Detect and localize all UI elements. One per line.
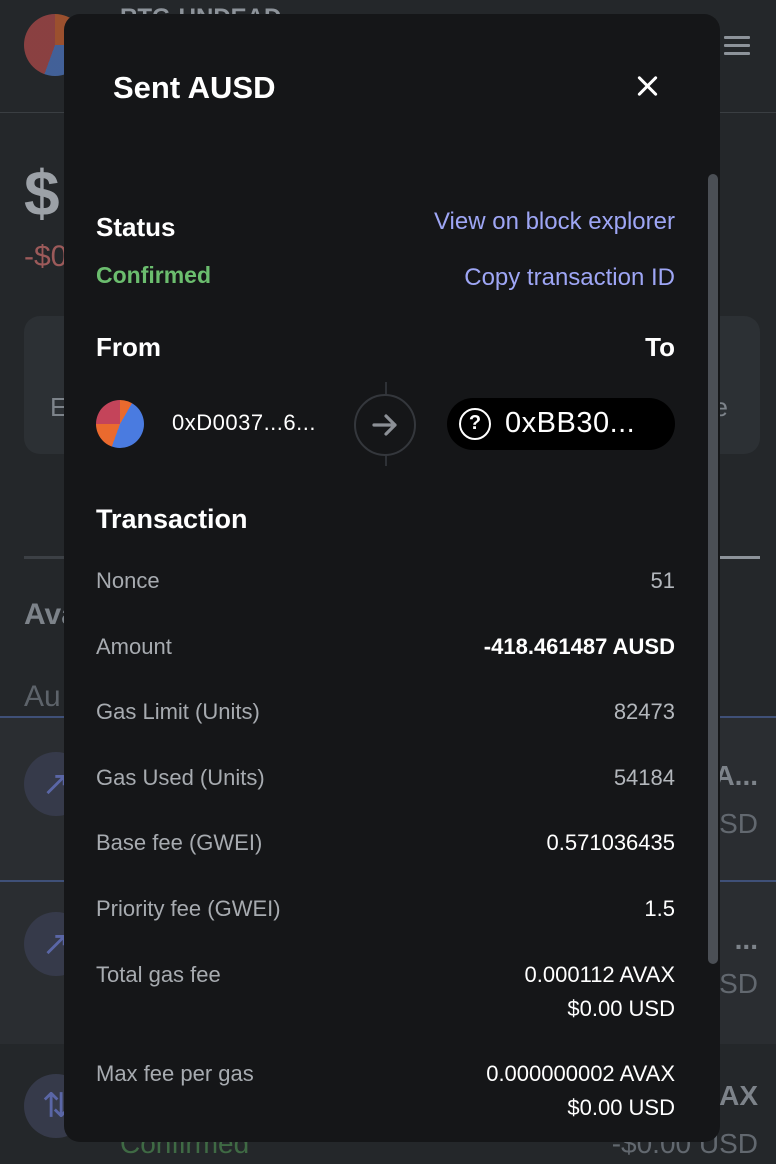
max-fee-per-gas-avax: 0.000000002 AVAX [486, 1061, 675, 1086]
total-gas-fee-value: 0.000112 AVAX $0.00 USD [525, 962, 675, 1022]
gas-limit-label: Gas Limit (Units) [96, 699, 260, 724]
transaction-heading: Transaction [96, 504, 248, 534]
to-address-button[interactable]: ? 0xBB30... [447, 398, 675, 450]
view-on-block-explorer-link[interactable]: View on block explorer [434, 208, 675, 236]
to-address: 0xBB30... [505, 407, 636, 439]
to-label: To [645, 332, 675, 362]
subsection-heading: Au [24, 680, 61, 713]
max-fee-per-gas-value: 0.000000002 AVAX $0.00 USD [486, 1061, 675, 1121]
modal-title: Sent AUSD [113, 70, 276, 105]
scrollbar[interactable] [708, 174, 718, 964]
nonce-label: Nonce [96, 568, 160, 593]
gas-used-label: Gas Used (Units) [96, 765, 265, 790]
priority-fee-label: Priority fee (GWEI) [96, 896, 281, 921]
copy-transaction-id-link[interactable]: Copy transaction ID [464, 264, 675, 292]
status-label: Status [96, 212, 176, 242]
menu-icon [724, 36, 750, 60]
row-usd: SD [719, 968, 758, 999]
arrow-right-icon [354, 394, 416, 456]
gas-used-value: 54184 [613, 765, 675, 790]
from-label: From [96, 332, 161, 362]
max-fee-per-gas-usd: $0.00 USD [567, 1095, 675, 1120]
base-fee-value: 0.571036435 [546, 830, 675, 855]
status-value: Confirmed [96, 262, 211, 288]
close-icon[interactable] [634, 72, 662, 100]
gas-limit-value: 82473 [613, 699, 675, 724]
row-usd: SD [719, 808, 758, 839]
total-gas-fee-label: Total gas fee [96, 962, 221, 987]
transaction-detail-modal: Sent AUSD Status Confirmed View on block… [64, 14, 720, 1142]
row-title: ... [734, 924, 758, 955]
amount-value: -418.461487 AUSD [483, 634, 675, 659]
total-gas-fee-usd: $0.00 USD [567, 996, 675, 1021]
priority-fee-value: 1.5 [644, 896, 675, 921]
question-icon: ? [459, 408, 491, 440]
base-fee-label: Base fee (GWEI) [96, 830, 263, 855]
nonce-value: 51 [650, 568, 675, 593]
row-title: A... [714, 760, 758, 791]
balance-change: -$0 [24, 240, 68, 273]
total-gas-fee-avax: 0.000112 AVAX [524, 962, 675, 987]
row-title: AX [719, 1080, 758, 1111]
amount-label: Amount [96, 634, 172, 659]
balance-amount: $ [24, 157, 60, 229]
from-address[interactable]: 0xD0037...6... [172, 410, 316, 436]
max-fee-per-gas-label: Max fee per gas [96, 1061, 254, 1086]
from-account-avatar [96, 400, 144, 448]
